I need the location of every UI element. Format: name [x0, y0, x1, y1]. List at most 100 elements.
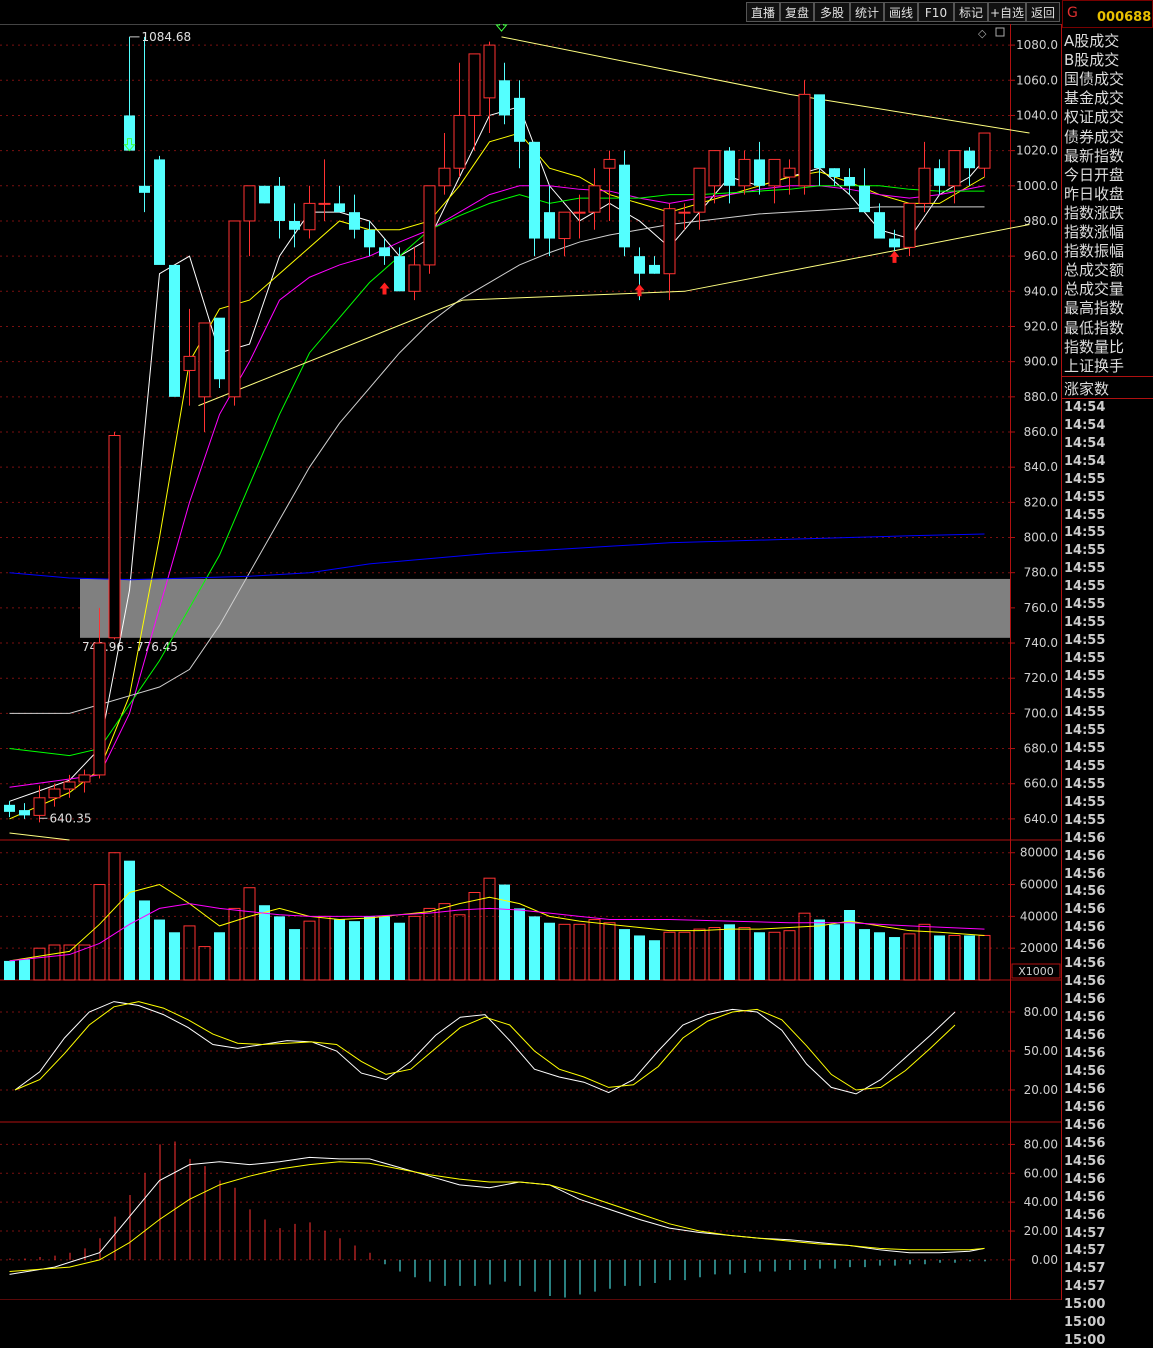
candle-body [379, 247, 390, 257]
side-panel-header: G 000688 和 [1062, 0, 1153, 28]
candle-body [408, 264, 421, 292]
candle [408, 247, 421, 301]
candle [259, 185, 270, 204]
candle [934, 159, 945, 195]
trade-time: 15:00 [1064, 1315, 1106, 1331]
candle-body [108, 435, 121, 639]
trade-time: 15:00 [1064, 1333, 1106, 1348]
add-watchlist-button[interactable]: +自选 [988, 2, 1026, 22]
trade-time: 14:56 [1064, 884, 1106, 900]
volume-bar [603, 922, 616, 981]
candle-body [183, 355, 196, 371]
macd-tick-label: 60.00 [1024, 1166, 1058, 1180]
price-tick-label: 860.0 [1024, 425, 1058, 439]
volume-bar [558, 923, 571, 981]
volume-bar [724, 924, 735, 980]
volume-bar [438, 903, 451, 981]
candle-body [588, 185, 601, 213]
candle [274, 177, 285, 239]
candle [198, 322, 211, 432]
volume-bar [289, 929, 300, 980]
volume-bar [139, 900, 150, 980]
trade-time: 14:56 [1064, 1135, 1106, 1151]
candle-body [708, 150, 721, 187]
side-divider [1062, 397, 1153, 399]
price-tick-label: 1020.0 [1016, 144, 1058, 158]
price-tick-label: 760.0 [1024, 601, 1058, 615]
candle-body [139, 185, 150, 193]
volume-bar [274, 916, 285, 980]
price-tick-label: 680.0 [1024, 742, 1058, 756]
trade-time: 14:55 [1064, 561, 1106, 577]
candle-body [154, 159, 165, 265]
candle [228, 220, 241, 406]
side-field-label: 指数振幅 [1064, 242, 1125, 261]
volume-bar [978, 934, 991, 981]
trade-time: 14:55 [1064, 776, 1106, 792]
side-field-label: 债券成交 [1064, 127, 1125, 146]
candle [798, 80, 811, 195]
draw-line-button[interactable]: 画线 [884, 2, 918, 22]
trade-time: 14:57 [1064, 1261, 1106, 1277]
statistics-button[interactable]: 统计 [850, 2, 884, 22]
volume-bar [154, 919, 165, 980]
candle [859, 168, 870, 213]
candle [289, 203, 300, 248]
candle-body [544, 212, 555, 239]
volume-bar [844, 910, 855, 980]
mark-button[interactable]: 标记 [954, 2, 988, 22]
trade-time: 14:55 [1064, 543, 1106, 559]
trade-time: 14:55 [1064, 597, 1106, 613]
live-button[interactable]: 直播 [746, 2, 780, 22]
side-divider [1062, 375, 1153, 377]
candle [829, 168, 840, 186]
price-tick-label: 780.0 [1024, 566, 1058, 580]
trade-time: 14:56 [1064, 1081, 1106, 1097]
volume-tick-label: 20000 [1020, 941, 1058, 955]
candle-body [394, 256, 405, 292]
price-ma20-line [9, 185, 985, 788]
candle [558, 211, 571, 257]
candle [649, 256, 660, 274]
kdj-tick-label: 20.00 [1024, 1083, 1058, 1097]
candle-body [918, 167, 931, 204]
trade-time: 14:54 [1064, 399, 1106, 415]
low-label: 640.35 [50, 811, 92, 825]
candle-body [889, 238, 900, 248]
side-field-label: 最新指数 [1064, 146, 1125, 165]
volume-bar [468, 892, 481, 981]
candle-body [63, 781, 76, 790]
replay-button[interactable]: 复盘 [780, 2, 814, 22]
side-field-label: 总成交量 [1064, 280, 1125, 299]
trade-time: 14:55 [1064, 704, 1106, 720]
trade-time: 14:55 [1064, 740, 1106, 756]
trade-time: 14:55 [1064, 579, 1106, 595]
trade-time: 14:56 [1064, 1063, 1106, 1079]
volume-bar [48, 944, 61, 981]
price-tick-label: 800.0 [1024, 531, 1058, 545]
trade-time: 14:56 [1064, 920, 1106, 936]
back-button[interactable]: 返回 [1026, 2, 1060, 22]
candle-body [573, 211, 586, 214]
candle-body [663, 208, 676, 275]
volume-bar [948, 934, 961, 981]
candle-body [798, 93, 811, 187]
f10-button[interactable]: F10 [918, 2, 954, 22]
macd-tick-label: 80.00 [1024, 1137, 1058, 1151]
macd-dif-line [9, 1156, 985, 1275]
candle [78, 769, 91, 793]
price-tick-label: 1060.0 [1016, 73, 1058, 87]
trend-line [501, 36, 1030, 134]
stock-code: 000688 和 [1097, 10, 1153, 25]
trade-time: 14:56 [1064, 1010, 1106, 1026]
side-field-label: 上证换手 [1064, 356, 1125, 375]
candle [768, 158, 781, 204]
volume-bar [529, 916, 540, 980]
multi-stock-button[interactable]: 多股 [814, 2, 850, 22]
trend-line [198, 223, 1030, 407]
candle [349, 194, 360, 239]
candle-body [859, 185, 870, 213]
side-section-label: 涨家数 [1064, 379, 1110, 398]
candle-body [738, 158, 751, 187]
trend-line [9, 832, 70, 841]
